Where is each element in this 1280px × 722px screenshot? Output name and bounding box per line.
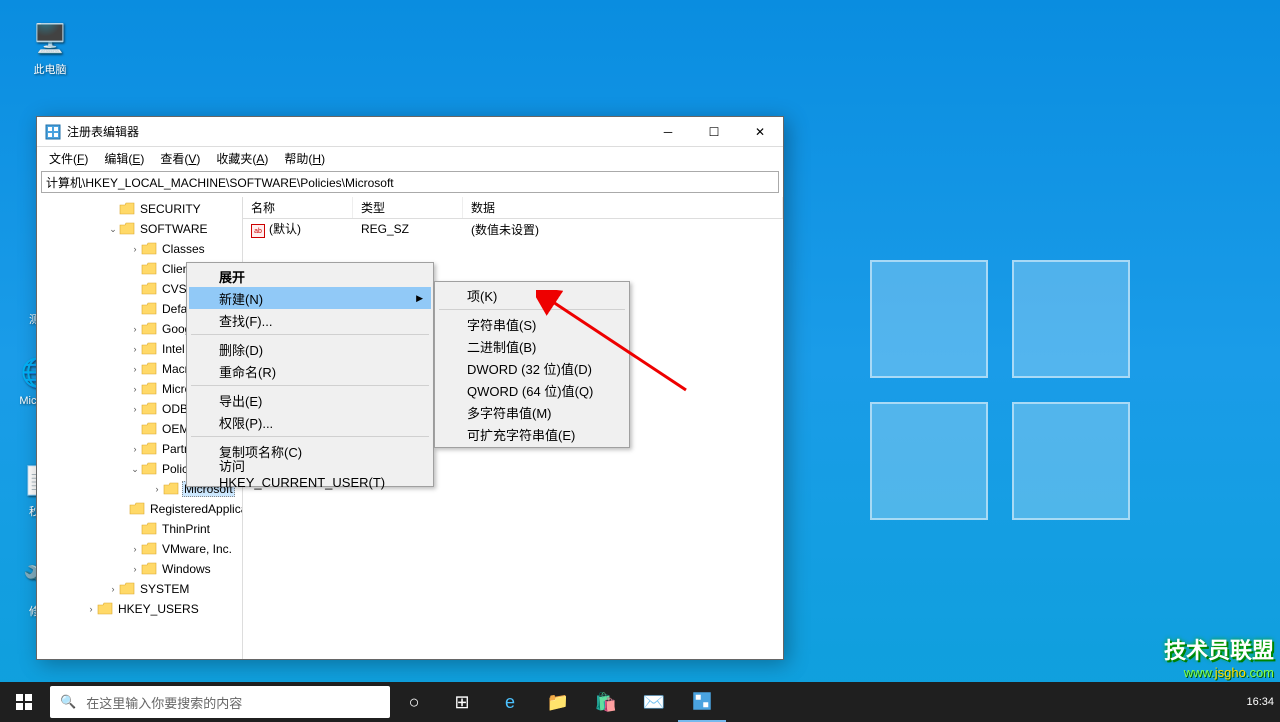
menu-item[interactable]: 收藏夹(A) xyxy=(208,148,276,169)
taskbar: 🔍 在这里输入你要搜索的内容 ○ ⊞ e 📁 🛍️ ✉️ 16:34 xyxy=(0,682,1280,722)
menu-item[interactable]: 编辑(E) xyxy=(96,148,152,169)
address-text: 计算机\HKEY_LOCAL_MACHINE\SOFTWARE\Policies… xyxy=(46,174,394,191)
edge-icon[interactable]: e xyxy=(486,682,534,722)
watermark-url: www.jsgho.com xyxy=(1164,665,1274,680)
titlebar[interactable]: 注册表编辑器 ─ ☐ ✕ xyxy=(37,117,783,147)
list-row[interactable]: ab(默认)REG_SZ(数值未设置) xyxy=(243,219,783,239)
taskbar-search[interactable]: 🔍 在这里输入你要搜索的内容 xyxy=(50,686,390,718)
cortana-icon[interactable]: ○ xyxy=(390,682,438,722)
context-menu-item[interactable]: 删除(D) xyxy=(189,338,431,360)
menu-item[interactable]: 查看(V) xyxy=(152,148,208,169)
list-header[interactable]: 名称 类型 数据 xyxy=(243,197,783,219)
search-icon: 🔍 xyxy=(60,694,76,710)
menubar: 文件(F)编辑(E)查看(V)收藏夹(A)帮助(H) xyxy=(37,147,783,169)
windows-logo-wallpaper xyxy=(870,260,1130,520)
taskview-icon[interactable]: ⊞ xyxy=(438,682,486,722)
tree-item[interactable]: ⌄SOFTWARE xyxy=(37,219,242,239)
store-icon[interactable]: 🛍️ xyxy=(582,682,630,722)
context-menu-item[interactable]: 查找(F)... xyxy=(189,309,431,331)
col-type[interactable]: 类型 xyxy=(353,197,463,218)
app-icon xyxy=(45,124,61,140)
context-menu-item[interactable]: 项(K) xyxy=(437,284,627,306)
context-menu-item[interactable]: QWORD (64 位)值(Q) xyxy=(437,379,627,401)
tree-item[interactable]: RegisteredApplica xyxy=(37,499,242,519)
menu-item[interactable]: 文件(F) xyxy=(41,148,96,169)
context-menu-item[interactable]: 可扩充字符串值(E) xyxy=(437,423,627,445)
mail-icon[interactable]: ✉️ xyxy=(630,682,678,722)
system-tray[interactable]: 16:34 xyxy=(1246,696,1280,708)
context-menu-item[interactable]: 展开 xyxy=(189,265,431,287)
menu-item[interactable]: 帮助(H) xyxy=(276,148,333,169)
tree-item[interactable]: ›Windows xyxy=(37,559,242,579)
tree-item[interactable]: ›SYSTEM xyxy=(37,579,242,599)
context-menu-item[interactable]: 重命名(R) xyxy=(189,360,431,382)
tree-item[interactable]: ›VMware, Inc. xyxy=(37,539,242,559)
tree-item[interactable]: SECURITY xyxy=(37,199,242,219)
address-bar[interactable]: 计算机\HKEY_LOCAL_MACHINE\SOFTWARE\Policies… xyxy=(41,171,779,193)
tree-item[interactable]: ›HKEY_USERS xyxy=(37,599,242,619)
close-button[interactable]: ✕ xyxy=(737,117,783,147)
tray-time: 16:34 xyxy=(1246,696,1274,708)
col-data[interactable]: 数据 xyxy=(463,197,783,218)
context-menu-item[interactable]: DWORD (32 位)值(D) xyxy=(437,357,627,379)
col-name[interactable]: 名称 xyxy=(243,197,353,218)
context-menu-main: 展开新建(N)▶查找(F)... 删除(D)重命名(R) 导出(E)权限(P)...… xyxy=(186,262,434,487)
context-menu-item[interactable]: 访问 HKEY_CURRENT_USER(T) xyxy=(189,462,431,484)
minimize-button[interactable]: ─ xyxy=(645,117,691,147)
start-button[interactable] xyxy=(0,682,48,722)
context-menu-item[interactable]: 多字符串值(M) xyxy=(437,401,627,423)
context-menu-item[interactable]: 权限(P)... xyxy=(189,411,431,433)
desktop-icon[interactable]: 🖥️此电脑 xyxy=(20,18,80,77)
context-menu-item[interactable]: 导出(E) xyxy=(189,389,431,411)
explorer-icon[interactable]: 📁 xyxy=(534,682,582,722)
context-menu-item[interactable]: 二进制值(B) xyxy=(437,335,627,357)
window-title: 注册表编辑器 xyxy=(67,123,645,140)
context-menu-new: 项(K) 字符串值(S)二进制值(B)DWORD (32 位)值(D)QWORD … xyxy=(434,281,630,448)
maximize-button[interactable]: ☐ xyxy=(691,117,737,147)
tree-item[interactable]: ›Classes xyxy=(37,239,242,259)
context-menu-item[interactable]: 字符串值(S) xyxy=(437,313,627,335)
watermark-title: 技术员联盟 xyxy=(1164,633,1274,665)
regedit-taskbar-icon[interactable] xyxy=(678,682,726,722)
tree-item[interactable]: ThinPrint xyxy=(37,519,242,539)
watermark: 技术员联盟 www.jsgho.com xyxy=(1164,633,1274,680)
search-placeholder: 在这里输入你要搜索的内容 xyxy=(86,693,242,712)
context-menu-item[interactable]: 新建(N)▶ xyxy=(189,287,431,309)
